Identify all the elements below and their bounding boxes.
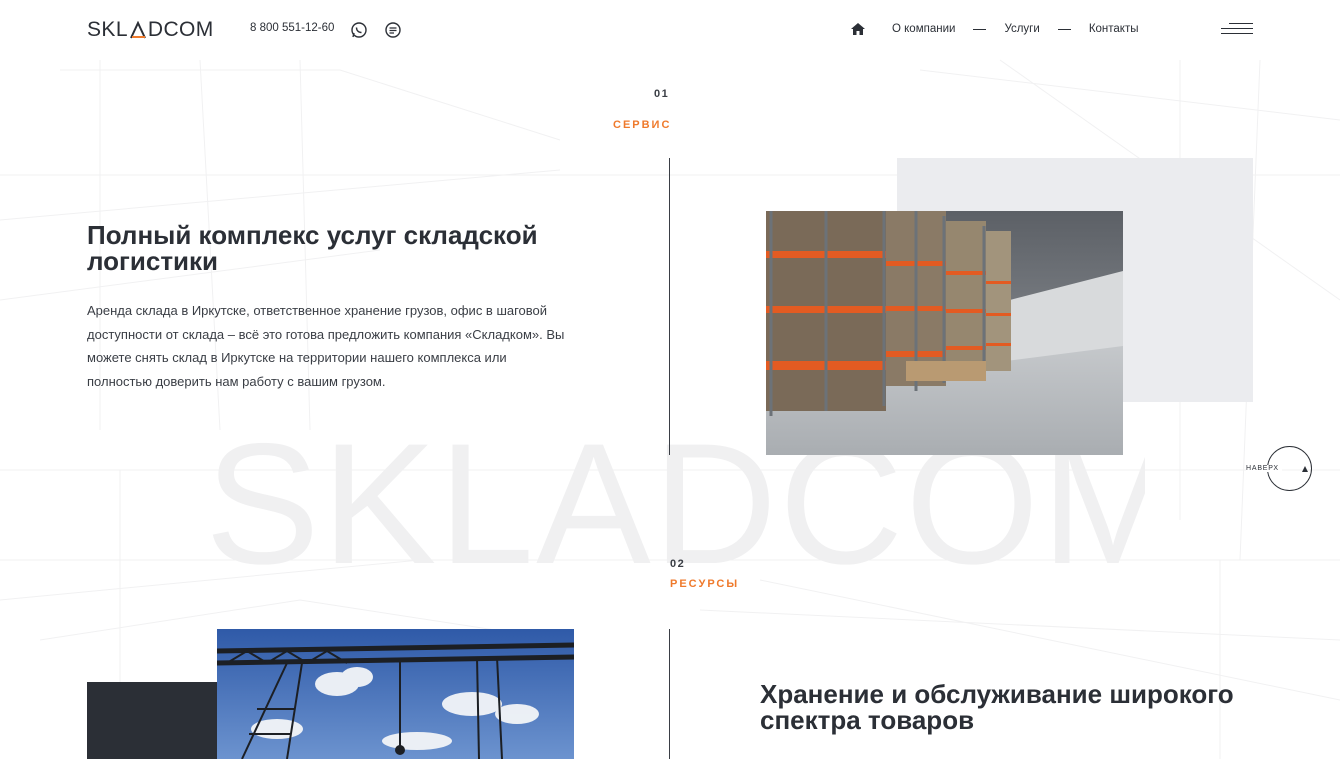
warehouse-photo xyxy=(766,211,1123,455)
to-top-label: НАВЕРХ xyxy=(1246,465,1282,472)
section-title: Хранение и обслуживание широкого спектра… xyxy=(760,679,1234,735)
nav-separator xyxy=(973,28,987,30)
logo-part-2: DCOM xyxy=(147,18,214,41)
section-title: Полный комплекс услуг складской логистик… xyxy=(87,220,538,276)
logo-part-1: SKL xyxy=(87,18,128,41)
crane-photo xyxy=(217,629,574,759)
logo-accent-icon xyxy=(130,21,146,39)
scroll-to-top-button[interactable]: НАВЕРХ xyxy=(1244,446,1312,492)
section-number: 02 xyxy=(670,558,686,570)
nav-item-company[interactable]: О компании xyxy=(892,23,955,35)
phone-link[interactable]: 8 800 551-12-60 xyxy=(250,22,334,34)
section-label: РЕСУРСЫ xyxy=(670,578,740,590)
arrow-up-icon xyxy=(1302,466,1308,472)
menu-icon[interactable] xyxy=(1221,22,1253,36)
main-nav: О компании Услуги Контакты xyxy=(850,22,1139,36)
nav-separator xyxy=(1057,28,1071,30)
chat-icon[interactable] xyxy=(384,21,402,39)
section-label: СЕРВИС xyxy=(613,119,672,131)
site-header: SKL DCOM 8 800 551-12-60 О компании Услу… xyxy=(0,0,1340,60)
section-description: Аренда склада в Иркутске, ответственное … xyxy=(87,303,565,389)
nav-item-services[interactable]: Услуги xyxy=(1004,23,1039,35)
section-divider xyxy=(669,629,670,759)
home-icon[interactable] xyxy=(850,22,866,36)
section-divider xyxy=(669,158,670,455)
whatsapp-icon[interactable] xyxy=(350,21,368,39)
nav-item-contacts[interactable]: Контакты xyxy=(1089,23,1139,35)
logo[interactable]: SKL DCOM xyxy=(87,17,214,43)
section-number: 01 xyxy=(654,88,670,100)
decorative-dark-block xyxy=(87,682,218,759)
